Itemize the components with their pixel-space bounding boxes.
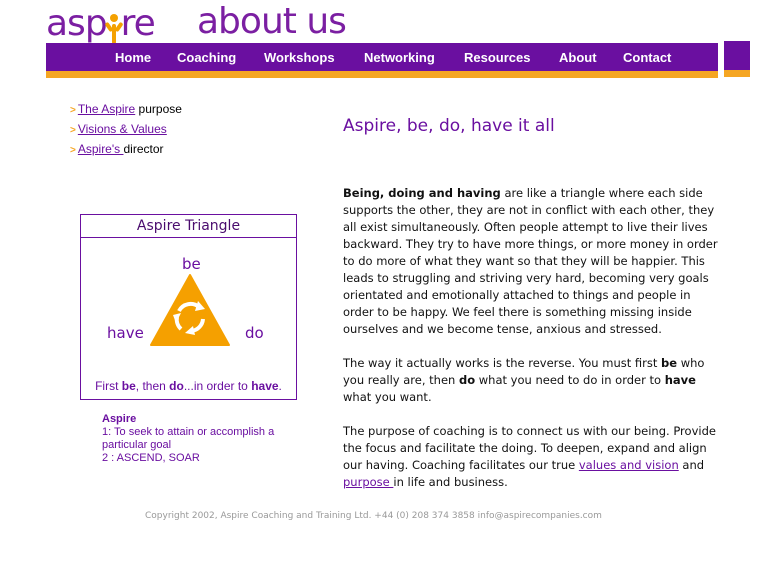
nav-about[interactable]: About <box>559 50 597 65</box>
main-content: Being, doing and having are like a trian… <box>343 185 723 508</box>
triangle-title: Aspire Triangle <box>81 215 296 238</box>
subnav-link-director[interactable]: Aspire's <box>78 142 124 156</box>
decorative-block <box>724 41 750 70</box>
paragraph: The purpose of coaching is to connect us… <box>343 423 723 491</box>
decorative-block-underline <box>724 70 750 77</box>
caption-text: ...in order to <box>183 379 252 393</box>
definition-line-1: 1: To seek to attain or accomplish a par… <box>102 426 275 451</box>
caption-text: . <box>278 379 282 393</box>
paragraph: Being, doing and having are like a trian… <box>343 185 723 338</box>
nav-contact[interactable]: Contact <box>623 50 671 65</box>
nav-underline <box>46 71 718 78</box>
subnav-item-rest: purpose <box>135 102 182 116</box>
subnav-link-purpose[interactable]: The Aspire <box>78 102 135 116</box>
paragraph-text: are like a triangle where each side supp… <box>343 186 718 336</box>
caption-be: be <box>121 379 136 393</box>
nav-resources[interactable]: Resources <box>464 50 530 65</box>
subnav-item: > Visions & Values <box>70 120 182 140</box>
caption-text: First <box>95 379 122 393</box>
nav-workshops[interactable]: Workshops <box>264 50 335 65</box>
caption-text: , then <box>135 379 170 393</box>
subnav-item: > Aspire's director <box>70 140 182 160</box>
caption-have: have <box>251 379 279 393</box>
caption-do: do <box>169 379 184 393</box>
paragraph-bold-lead: Being, doing and having <box>343 186 501 200</box>
logo[interactable]: asp re <box>46 2 156 44</box>
section-title: Aspire, be, do, have it all <box>343 116 555 136</box>
paragraph-text: and <box>678 458 705 472</box>
aspire-triangle-box: Aspire Triangle be have do First be, the… <box>80 214 297 400</box>
subnav: > The Aspire purpose > Visions & Values > A… <box>70 100 182 160</box>
values-and-vision-link[interactable]: values and vision <box>579 458 679 472</box>
arrow-icon: > <box>70 105 76 116</box>
emphasis-have: have <box>664 373 696 387</box>
arrow-icon: > <box>70 125 76 136</box>
nav-coaching[interactable]: Coaching <box>177 50 236 65</box>
paragraph-text: The way it actually works is the reverse… <box>343 356 662 370</box>
subnav-item: > The Aspire purpose <box>70 100 182 120</box>
paragraph-text: what you want. <box>343 390 432 404</box>
aspire-definition: Aspire 1: To seek to attain or accomplis… <box>102 413 292 465</box>
main-nav: Home Coaching Workshops Networking Resou… <box>46 43 718 71</box>
triangle-caption: First be, then do...in order to have. <box>81 379 296 393</box>
triangle-label-be: be <box>182 255 201 273</box>
paragraph: The way it actually works is the reverse… <box>343 355 723 406</box>
arrow-icon: > <box>70 145 76 156</box>
emphasis-do: do <box>458 373 476 387</box>
definition-line-2: 2 : ASCEND, SOAR <box>102 452 200 464</box>
logo-text-end: re <box>120 3 156 44</box>
triangle-label-have: have <box>107 324 144 342</box>
logo-text-start: asp <box>46 3 108 44</box>
definition-title: Aspire <box>102 413 137 425</box>
paragraph-text: what you need to do in order to <box>475 373 665 387</box>
triangle-cycle-icon <box>150 274 230 346</box>
subnav-item-rest: director <box>123 142 164 156</box>
page-title: about us <box>197 1 347 42</box>
nav-home[interactable]: Home <box>115 50 151 65</box>
triangle-label-do: do <box>245 324 264 342</box>
subnav-link-visions[interactable]: Visions & Values <box>78 122 167 136</box>
nav-networking[interactable]: Networking <box>364 50 435 65</box>
logo-figure-icon <box>104 14 124 44</box>
emphasis-be: be <box>661 356 678 370</box>
purpose-link[interactable]: purpose <box>343 475 393 489</box>
paragraph-text: in life and business. <box>393 475 508 489</box>
footer-copyright: Copyright 2002, Aspire Coaching and Trai… <box>145 511 602 521</box>
